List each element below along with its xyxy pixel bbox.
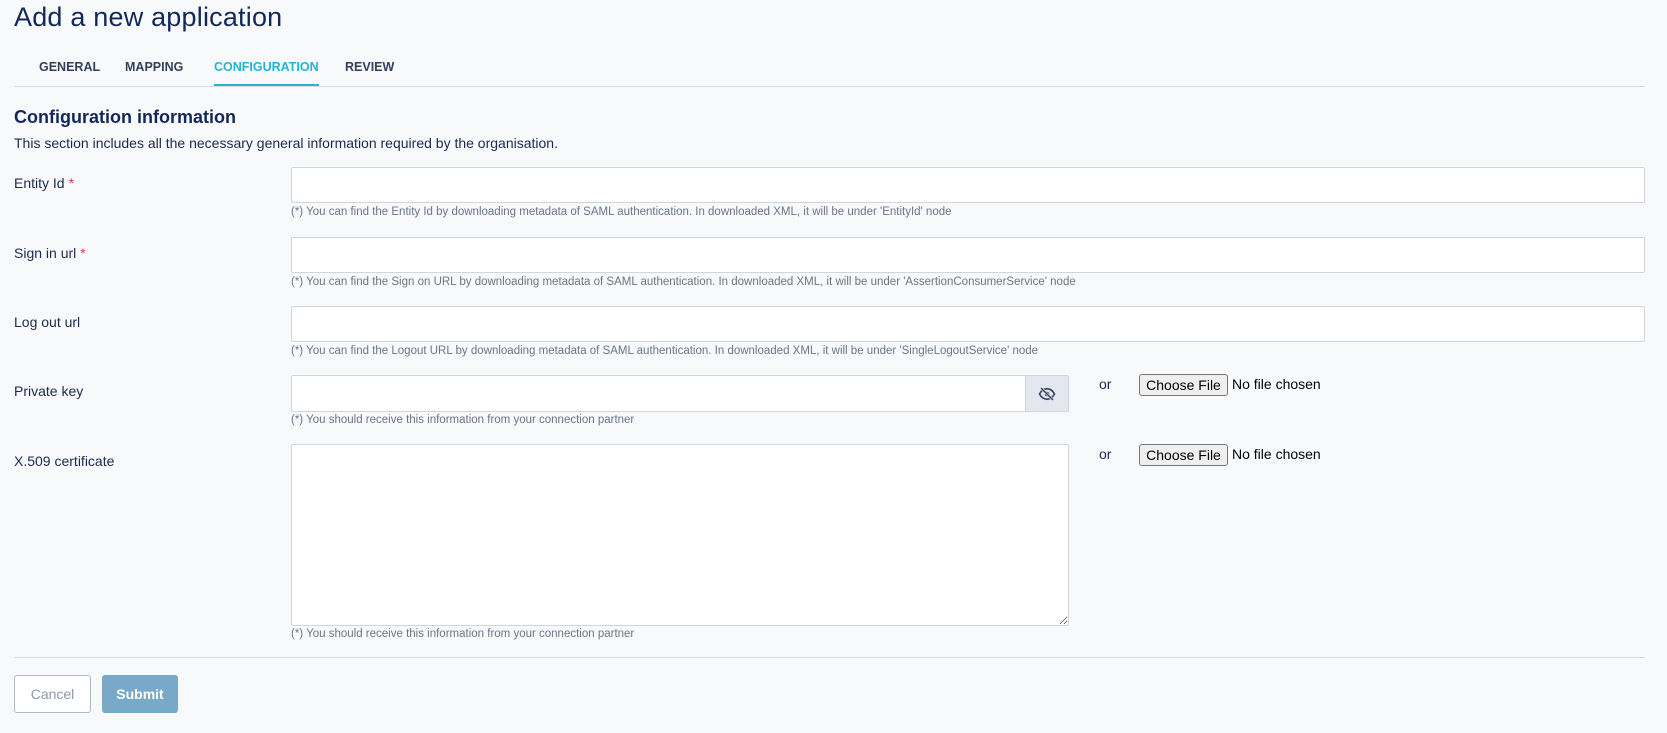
certificate-file-status: No file chosen <box>1232 446 1321 462</box>
private-key-input[interactable] <box>291 375 1026 412</box>
tab-review[interactable]: REVIEW <box>345 60 394 85</box>
entity-id-label-text: Entity Id <box>14 175 65 191</box>
eye-slash-icon <box>1038 386 1056 401</box>
required-marker: * <box>80 245 86 261</box>
sign-in-url-label: Sign in url * <box>14 245 86 261</box>
sign-in-url-hint: (*) You can find the Sign on URL by down… <box>291 276 1076 288</box>
private-key-label: Private key <box>14 383 84 399</box>
certificate-label: X.509 certificate <box>14 453 115 469</box>
form-divider <box>14 657 1645 658</box>
certificate-choose-file-button[interactable]: Choose File <box>1139 444 1228 466</box>
private-key-or: or <box>1099 376 1112 392</box>
toggle-visibility-button[interactable] <box>1025 375 1069 412</box>
private-key-hint: (*) You should receive this information … <box>291 414 635 426</box>
entity-id-input[interactable] <box>291 167 1645 203</box>
cancel-button[interactable]: Cancel <box>14 675 91 713</box>
required-marker: * <box>68 175 75 191</box>
entity-id-hint: (*) You can find the Entity Id by downlo… <box>291 206 952 218</box>
tab-general[interactable]: GENERAL <box>39 60 100 85</box>
certificate-textarea[interactable] <box>291 444 1069 626</box>
sign-in-url-label-text: Sign in url <box>14 245 77 261</box>
add-application-page: Add a new application GENERAL MAPPING CO… <box>0 0 1667 733</box>
log-out-url-input[interactable] <box>291 306 1645 342</box>
private-key-file-status: No file chosen <box>1232 376 1321 392</box>
section-title: Configuration information <box>14 107 236 127</box>
certificate-hint: (*) You should receive this information … <box>291 628 635 640</box>
section-description: This section includes all the necessary … <box>14 135 558 151</box>
tab-configuration[interactable]: CONFIGURATION <box>214 60 319 86</box>
page-title: Add a new application <box>14 2 283 32</box>
sign-in-url-input[interactable] <box>291 237 1645 273</box>
private-key-choose-file-button[interactable]: Choose File <box>1139 374 1228 396</box>
submit-button[interactable]: Submit <box>102 675 178 713</box>
entity-id-label: Entity Id * <box>14 175 74 191</box>
wizard-tabs: GENERAL MAPPING CONFIGURATION REVIEW <box>14 54 1645 87</box>
tab-mapping[interactable]: MAPPING <box>125 60 183 85</box>
log-out-url-hint: (*) You can find the Logout URL by downl… <box>291 345 1039 357</box>
log-out-url-label: Log out url <box>14 314 81 330</box>
certificate-or: or <box>1099 446 1112 462</box>
